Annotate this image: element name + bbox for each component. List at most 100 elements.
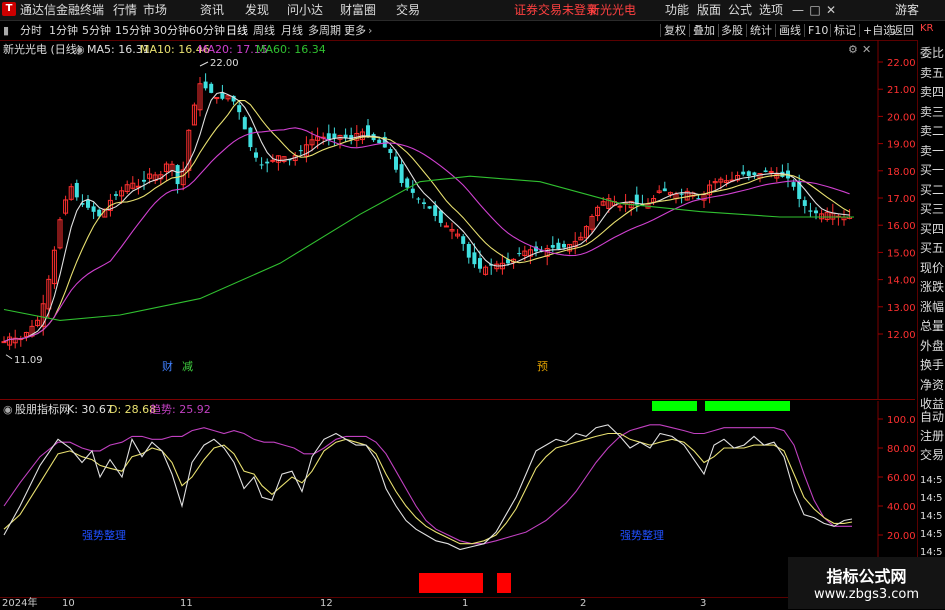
indicator-name: 股朋指标网 bbox=[15, 403, 70, 416]
app-title: 通达信金融终端 bbox=[20, 3, 105, 17]
candle-down bbox=[86, 199, 90, 208]
low-price-label: 11.09 bbox=[14, 355, 43, 366]
price-label: 18.00 bbox=[887, 167, 915, 178]
settings-circle-icon[interactable]: ◉ bbox=[75, 43, 85, 57]
candle-down bbox=[422, 202, 426, 204]
tab-60min[interactable]: 60分钟 bbox=[189, 23, 225, 38]
quote-side-panel: KR 委比 卖五 卖四 卖三 卖二 卖一 买一 买二 买三 买四 买五 现价 涨跌 涨幅 总量 外盘 换手 净资收… bbox=[917, 23, 945, 597]
side-item: 买四 bbox=[920, 221, 945, 236]
tab-weekly[interactable]: 周线 bbox=[253, 23, 275, 38]
f10-button[interactable]: F10 bbox=[808, 23, 828, 38]
tab-5min[interactable]: 5分钟 bbox=[82, 23, 111, 38]
candle-down bbox=[562, 243, 566, 248]
event-finance-marker[interactable]: 财 bbox=[162, 360, 173, 374]
menu-market[interactable]: 市场 bbox=[143, 2, 167, 18]
indicator-axis-label: 20.00 bbox=[887, 531, 915, 542]
tab-monthly[interactable]: 月线 bbox=[281, 23, 303, 38]
restore-icon[interactable]: □ bbox=[808, 2, 822, 18]
user-guest[interactable]: 游客 bbox=[895, 2, 919, 18]
menu-ask[interactable]: 问小达 bbox=[287, 2, 323, 18]
candle-down bbox=[478, 258, 482, 269]
side-time: 14:5 bbox=[920, 511, 943, 522]
zone-label-left: 强势整理 bbox=[82, 529, 126, 542]
price-label: 14.00 bbox=[887, 276, 915, 287]
indicator-panel[interactable]: 100.0 80.00 60.00 40.00 20.00 ◉ 股朋指标网 K: 30.… bbox=[0, 401, 915, 597]
indicator-settings-icon[interactable]: ◉ bbox=[3, 403, 13, 417]
menu-bar: T 通达信金融终端 行情 市场 资讯 发现 问小达 财富圈 交易 证券交易未登录… bbox=[0, 0, 945, 21]
side-item[interactable]: 自动 bbox=[920, 410, 945, 425]
overlay-button[interactable]: 叠加 bbox=[693, 23, 715, 38]
candlestick-chart[interactable]: 22.00 21.00 20.00 19.00 18.00 17.00 16.00 15.00… bbox=[0, 40, 915, 400]
more-chevron-icon[interactable]: › bbox=[368, 23, 372, 38]
multi-stock-button[interactable]: 多股 bbox=[721, 23, 743, 38]
time-label-month: 11 bbox=[180, 598, 193, 609]
menu-discover[interactable]: 发现 bbox=[245, 2, 269, 18]
chart-close-icon[interactable]: ✕ bbox=[862, 43, 871, 57]
side-tag[interactable]: KR bbox=[920, 22, 945, 36]
time-label-month: 12 bbox=[320, 598, 333, 609]
candle-up bbox=[443, 225, 449, 228]
tab-multi-period[interactable]: 多周期 bbox=[308, 23, 341, 38]
candle-down bbox=[242, 117, 247, 130]
candle-down bbox=[461, 236, 466, 244]
menu-trade[interactable]: 交易 bbox=[396, 2, 420, 18]
tab-1min[interactable]: 1分钟 bbox=[49, 23, 78, 38]
time-label-month: 3 bbox=[700, 598, 707, 609]
price-label: 15.00 bbox=[887, 248, 915, 259]
menu-news[interactable]: 资讯 bbox=[200, 2, 224, 18]
time-label-year: 2024年 bbox=[2, 598, 38, 609]
menu-quotes[interactable]: 行情 bbox=[113, 2, 137, 18]
kd-indicator-chart[interactable]: 100.0 80.00 60.00 40.00 20.00 bbox=[0, 401, 915, 597]
minimize-icon[interactable]: — bbox=[791, 2, 805, 18]
menu-layout[interactable]: 版面 bbox=[697, 2, 721, 18]
price-label: 22.00 bbox=[887, 58, 915, 69]
main-chart-panel[interactable]: 22.00 21.00 20.00 19.00 18.00 17.00 16.00 15.00… bbox=[0, 40, 915, 400]
ma5-line bbox=[3, 91, 850, 343]
tab-15min[interactable]: 15分钟 bbox=[115, 23, 151, 38]
back-button[interactable]: 返回 bbox=[892, 23, 914, 38]
app-logo-icon: T bbox=[2, 2, 16, 16]
side-time: 14:5 bbox=[920, 529, 943, 540]
candle-down bbox=[259, 164, 264, 166]
ma10-line bbox=[3, 99, 850, 343]
signal-bar-red bbox=[419, 573, 445, 593]
menu-fortune[interactable]: 财富圈 bbox=[340, 2, 376, 18]
close-icon[interactable]: ✕ bbox=[824, 2, 838, 18]
candle-down bbox=[91, 206, 96, 212]
event-forecast-marker[interactable]: 预 bbox=[537, 360, 548, 374]
chart-settings-icon[interactable]: ⚙ bbox=[848, 43, 858, 57]
price-label: 19.00 bbox=[887, 140, 915, 151]
period-toolbar: ▮ 分时 1分钟 5分钟 15分钟 30分钟 60分钟 日线 周线 月线 多周期… bbox=[0, 21, 945, 41]
tab-daily[interactable]: 日线 bbox=[226, 23, 248, 38]
candle-down bbox=[472, 252, 477, 265]
side-item[interactable]: 注册 bbox=[920, 429, 945, 444]
time-label-month: 2 bbox=[580, 598, 587, 609]
event-reduce-marker[interactable]: 减 bbox=[182, 360, 193, 374]
side-item[interactable]: 交易 bbox=[920, 448, 945, 463]
candle-down bbox=[298, 150, 303, 152]
indicator-trend-value: 趋势: 25.92 bbox=[150, 403, 211, 416]
menu-options[interactable]: 选项 bbox=[759, 2, 783, 18]
candle-down bbox=[517, 253, 522, 255]
menu-function[interactable]: 功能 bbox=[665, 2, 689, 18]
side-item: 涨跌 bbox=[920, 280, 945, 294]
menu-formula[interactable]: 公式 bbox=[728, 2, 752, 18]
side-time: 14:5 bbox=[920, 475, 943, 486]
side-item: 总量 bbox=[920, 319, 945, 333]
candle-down bbox=[265, 161, 270, 164]
price-label: 12.00 bbox=[887, 330, 915, 341]
stats-button[interactable]: 统计 bbox=[750, 23, 772, 38]
tab-30min[interactable]: 30分钟 bbox=[153, 23, 189, 38]
mark-button[interactable]: 标记 bbox=[834, 23, 856, 38]
adjust-button[interactable]: 复权 bbox=[664, 23, 686, 38]
indicator-axis-label: 80.00 bbox=[887, 444, 915, 455]
candle-down bbox=[438, 210, 443, 223]
divider bbox=[889, 24, 890, 37]
signal-bar-red bbox=[445, 573, 483, 593]
candle-down bbox=[399, 164, 404, 183]
candle-down bbox=[209, 83, 214, 93]
trade-login-notice[interactable]: 证券交易未登录 bbox=[514, 2, 598, 18]
tab-more[interactable]: 更多 bbox=[344, 23, 366, 38]
draw-button[interactable]: 画线 bbox=[779, 23, 801, 38]
tab-timeshare[interactable]: 分时 bbox=[20, 23, 42, 38]
